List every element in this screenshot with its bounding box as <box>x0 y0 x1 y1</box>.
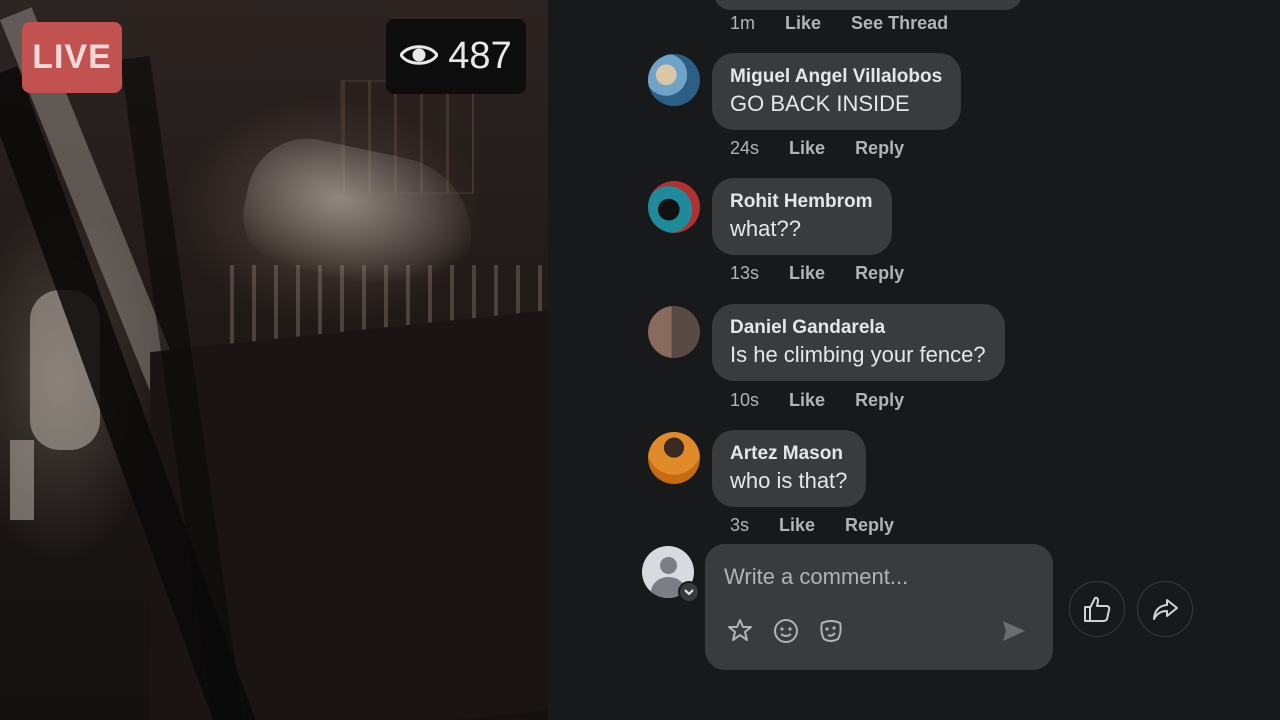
comment-text: GO BACK INSIDE <box>730 91 910 116</box>
comment-input[interactable]: Write a comment... <box>724 564 908 590</box>
comment-time: 1m <box>730 13 756 33</box>
send-icon[interactable] <box>999 616 1029 646</box>
like-link[interactable]: Like <box>789 138 825 159</box>
comment-bubble: Miguel Angel Villalobos GO BACK INSIDE <box>712 53 962 130</box>
thumbs-up-icon[interactable] <box>1069 581 1125 637</box>
previous-comment-meta: 1m Like See Thread <box>730 13 948 34</box>
like-link[interactable]: Like <box>789 390 825 411</box>
comment-text: Is he climbing your fence? <box>730 342 986 367</box>
commenter-name[interactable]: Artez Mason <box>730 442 847 466</box>
eye-icon <box>399 35 440 78</box>
reply-link[interactable]: Reply <box>855 263 904 284</box>
emoji-icon[interactable] <box>771 616 801 646</box>
comment-meta: 3s Like Reply <box>730 515 894 536</box>
avatar[interactable] <box>648 306 700 358</box>
comment-meta: 10s Like Reply <box>730 390 904 411</box>
user-silhouette-head <box>660 557 677 574</box>
video-light-patch <box>10 440 34 520</box>
comment-meta: 24s Like Reply <box>730 138 904 159</box>
comment-text: who is that? <box>730 468 848 493</box>
comment-time: 10s <box>730 390 760 410</box>
see-thread-link[interactable]: See Thread <box>851 13 948 34</box>
like-link[interactable]: Like <box>789 263 825 284</box>
comment-time: 3s <box>730 515 750 535</box>
comment-composer[interactable]: Write a comment... <box>705 544 1053 670</box>
reply-link[interactable]: Reply <box>845 515 894 536</box>
comment-text: what?? <box>730 216 801 241</box>
comment-time: 13s <box>730 263 760 283</box>
viewer-count-badge: 487 <box>386 19 526 94</box>
avatar-sticker-icon[interactable] <box>816 616 846 646</box>
avatar[interactable] <box>648 181 700 233</box>
commenter-name[interactable]: Miguel Angel Villalobos <box>730 65 942 89</box>
previous-comment-bubble <box>713 0 1023 10</box>
comment-time: 24s <box>730 138 760 158</box>
reply-link[interactable]: Reply <box>855 138 904 159</box>
sticker-icon[interactable] <box>725 616 755 646</box>
commenter-name[interactable]: Rohit Hembrom <box>730 190 873 214</box>
comment-meta: 13s Like Reply <box>730 263 904 284</box>
reply-link[interactable]: Reply <box>855 390 904 411</box>
like-link[interactable]: Like <box>779 515 815 536</box>
commenter-name[interactable]: Daniel Gandarela <box>730 316 986 340</box>
live-badge: LIVE <box>22 22 122 93</box>
avatar[interactable] <box>648 432 700 484</box>
like-link[interactable]: Like <box>785 13 821 34</box>
live-video-player[interactable]: LIVE 487 <box>0 0 548 720</box>
comment-bubble: Daniel Gandarela Is he climbing your fen… <box>712 304 1005 381</box>
avatar[interactable] <box>648 54 700 106</box>
comment-bubble: Rohit Hembrom what?? <box>712 178 892 255</box>
share-icon[interactable] <box>1137 581 1193 637</box>
comment-bubble: Artez Mason who is that? <box>712 430 867 507</box>
chevron-down-icon[interactable] <box>678 581 700 603</box>
comments-panel: 1m Like See Thread Miguel Angel Villalob… <box>548 0 1280 720</box>
viewer-count: 487 <box>448 35 512 77</box>
